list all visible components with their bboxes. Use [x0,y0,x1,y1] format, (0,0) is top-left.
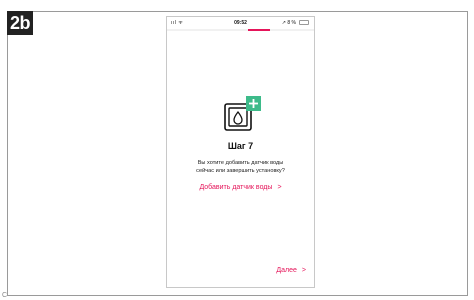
question-line-1: Вы хотите добавить датчик воды [197,160,284,166]
add-water-sensor-link[interactable]: Добавить датчик воды > [167,184,314,191]
figure-step-badge: 2b [7,11,33,35]
add-water-sensor-label: Добавить датчик воды [199,184,273,191]
corner-mark: C [2,292,8,299]
battery-icon [299,20,309,25]
next-button[interactable]: Далее > [276,267,306,274]
question-line-2: сейчас или завершить установку? [196,168,285,174]
water-sensor-add-icon [224,96,261,131]
status-bar: ııl ᯤ 09:52 ↗ 8 % [167,17,314,29]
chevron-right-icon: > [301,267,306,274]
figure-frame: 2b C ııl ᯤ 09:52 ↗ 8 % Шаг 7 Вы хотите д… [0,0,474,300]
progress-track [167,29,314,31]
chevron-right-icon: > [277,184,282,191]
progress-fill [247,29,270,31]
step-title: Шаг 7 [227,141,254,151]
question-text: Вы хотите добавить датчик воды сейчас ил… [175,159,306,175]
location-battery-percent: ↗ 8 % [281,20,296,26]
phone-screen: ııl ᯤ 09:52 ↗ 8 % Шаг 7 Вы хотите добави… [166,16,315,288]
next-label: Далее [276,267,297,274]
